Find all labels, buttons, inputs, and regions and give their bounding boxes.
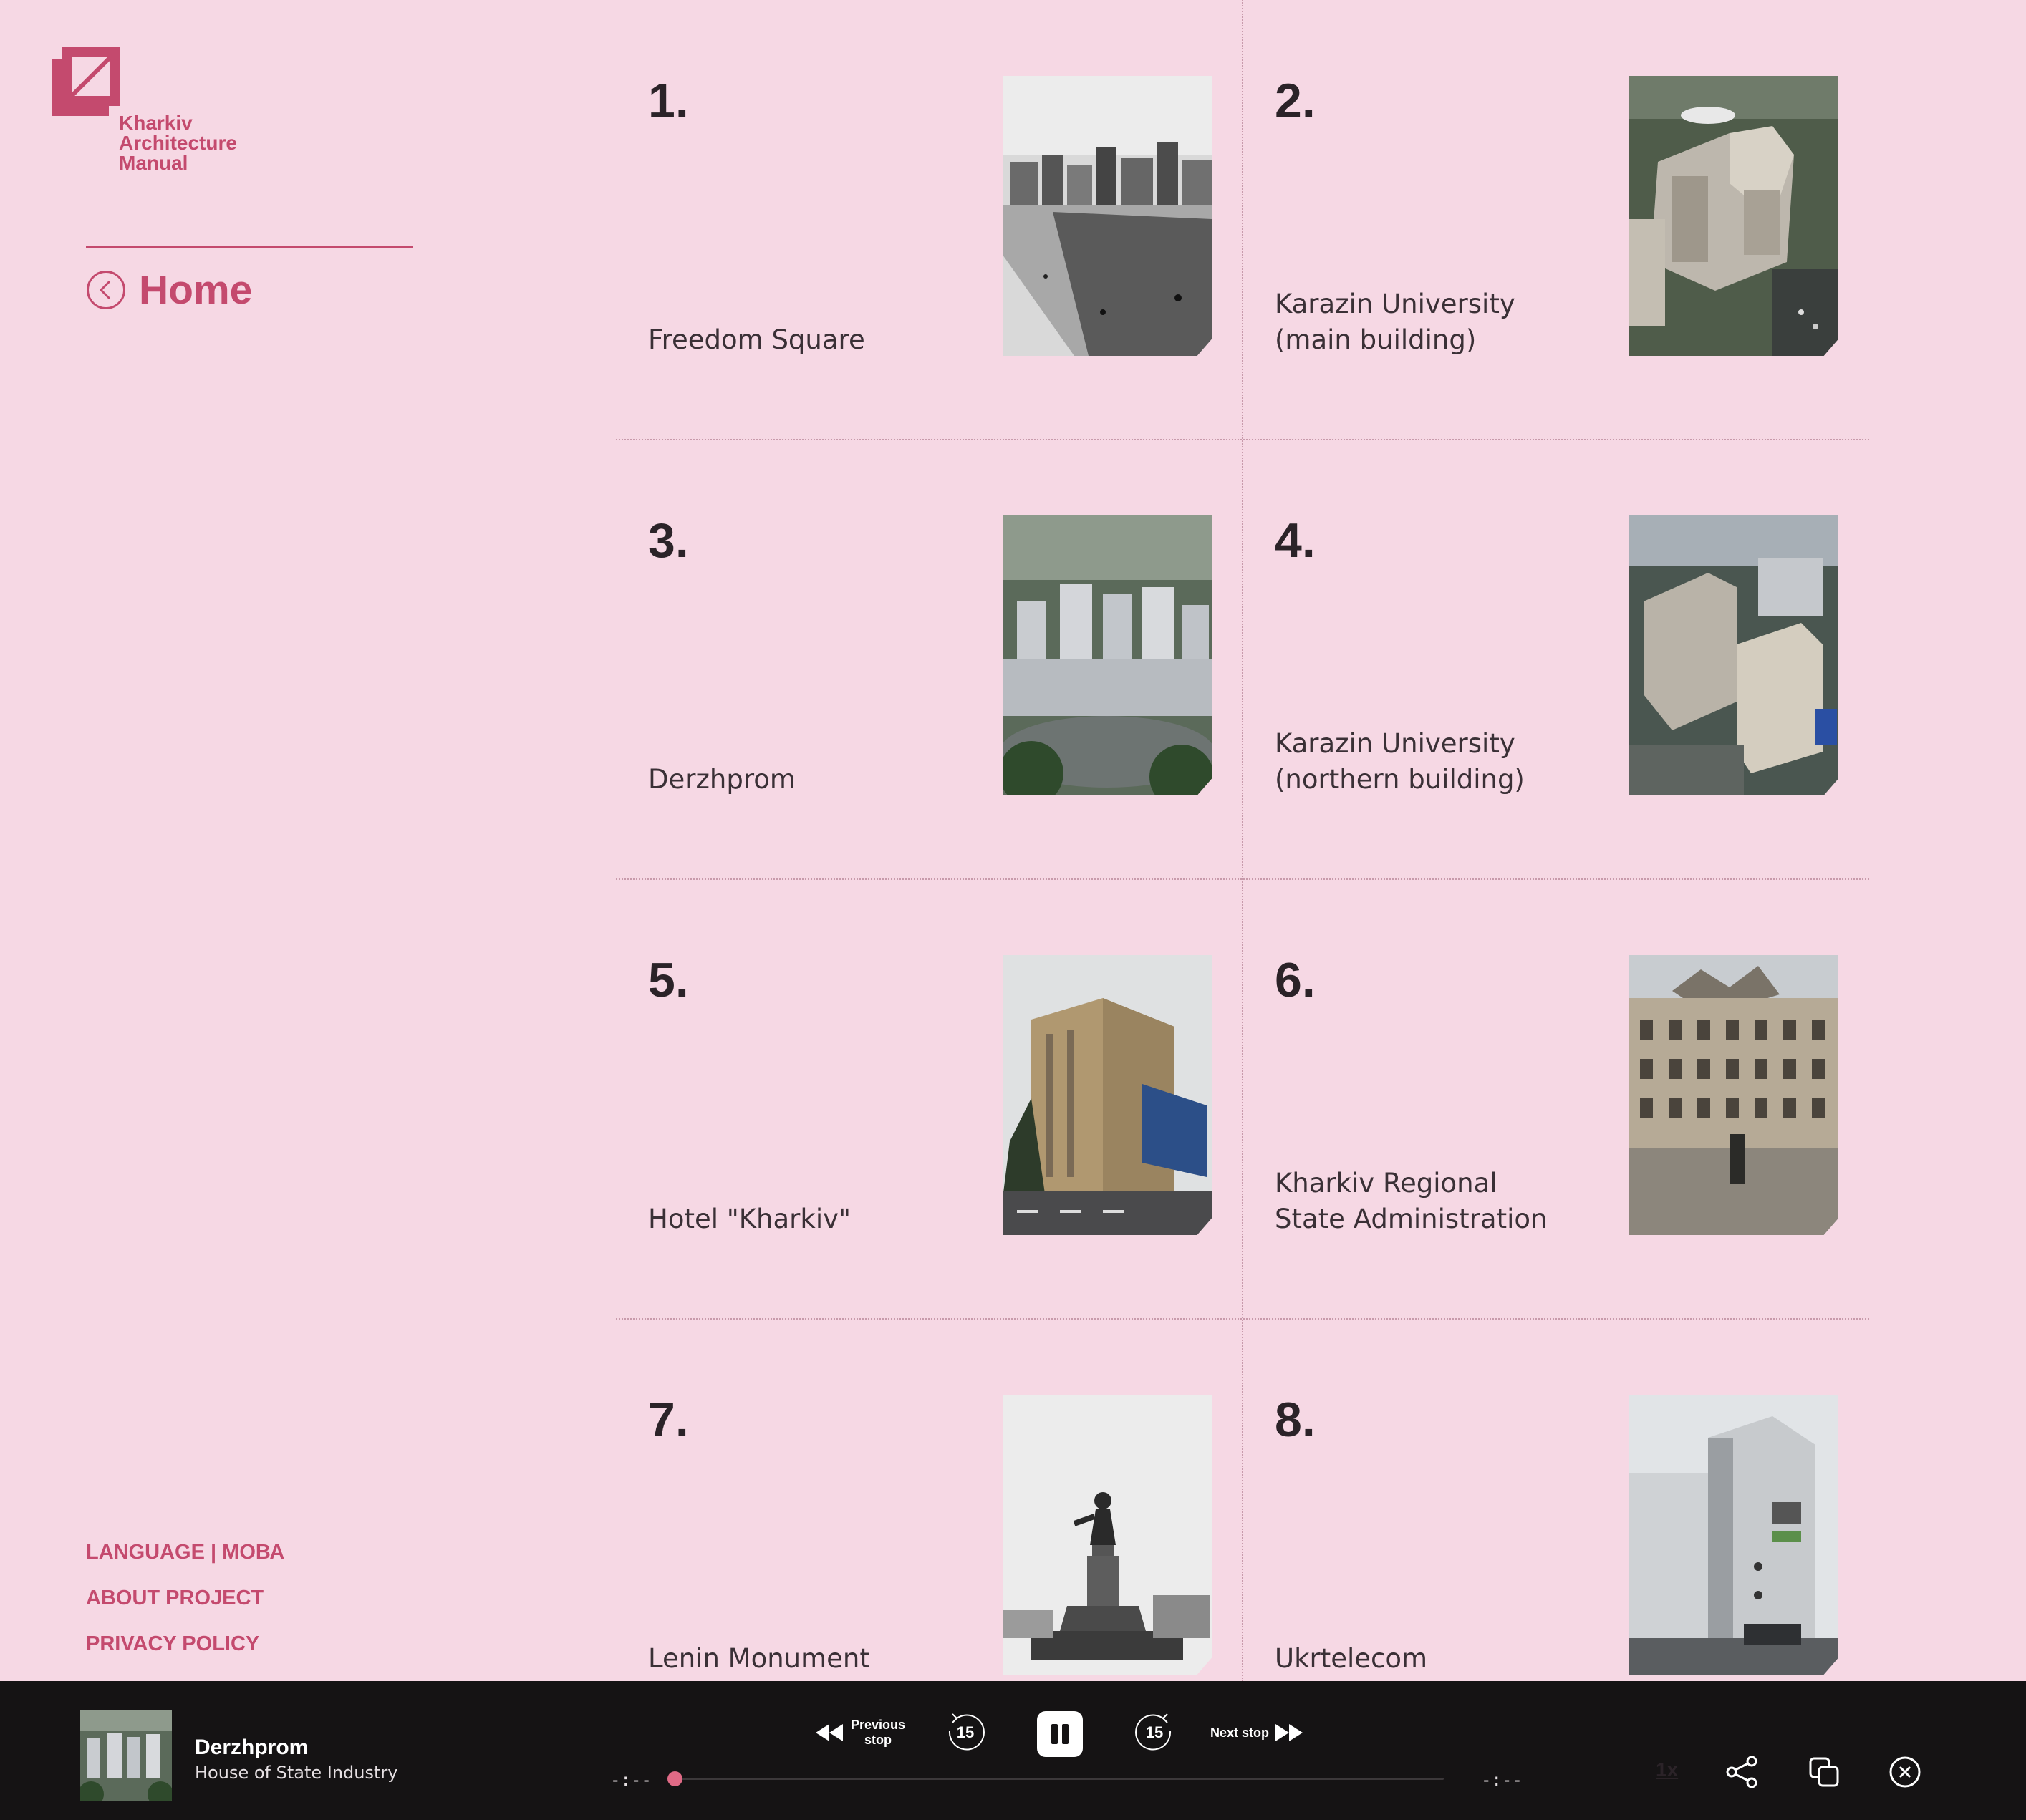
remaining-time: -:-- — [1481, 1770, 1523, 1790]
share-button[interactable] — [1724, 1754, 1760, 1790]
privacy-policy-link[interactable]: PRIVACY POLICY — [86, 1630, 284, 1675]
close-circle-icon — [1889, 1756, 1921, 1788]
previous-stop-label: Previous stop — [851, 1718, 905, 1748]
logo-mark-icon — [52, 47, 120, 116]
stop-photo-karazin-north — [1629, 515, 1838, 795]
language-link[interactable]: LANGUAGE | МОВА — [86, 1538, 284, 1584]
fast-forward-icon — [1275, 1724, 1303, 1741]
copy-link-button[interactable] — [1806, 1754, 1842, 1790]
stops-grid: 1. Freedom Square 2. Karazin University … — [616, 0, 1869, 1681]
stop-number: 8. — [1275, 1393, 1316, 1447]
now-playing-title: Derzhprom — [195, 1736, 309, 1759]
stop-card-2[interactable]: 2. Karazin University (main building) — [1243, 0, 1869, 440]
copy-icon — [1809, 1757, 1839, 1787]
stop-photo-derzhprom — [1003, 515, 1212, 795]
stop-card-4[interactable]: 4. Karazin University (northern building… — [1243, 440, 1869, 879]
pause-icon-bar — [1062, 1724, 1069, 1744]
stop-card-3[interactable]: 3. Derzhprom — [616, 440, 1243, 879]
close-player-button[interactable] — [1887, 1754, 1923, 1790]
stop-photo-freedom-square — [1003, 76, 1212, 356]
stop-name: Karazin University (northern building) — [1275, 728, 1525, 795]
stop-card-5[interactable]: 5. Hotel "Kharkiv" — [616, 879, 1243, 1319]
share-icon — [1726, 1756, 1757, 1788]
logo-line-2: Architecture — [119, 132, 237, 154]
skip-forward-button[interactable]: 15 — [1134, 1708, 1174, 1757]
now-playing-subtitle: House of State Industry — [195, 1763, 398, 1783]
stop-photo-regional-administration — [1629, 955, 1838, 1235]
stop-name: Kharkiv Regional State Administration — [1275, 1168, 1548, 1234]
stop-number: 4. — [1275, 513, 1316, 568]
stop-number: 6. — [1275, 953, 1316, 1007]
previous-stop-label-line-1: Previous — [851, 1718, 906, 1732]
now-playing-thumbnail — [80, 1710, 172, 1801]
logo-text: Kharkiv Architecture Manual — [119, 113, 237, 173]
stop-name: Karazin University (main building) — [1275, 289, 1515, 355]
next-stop-button[interactable]: Next stop — [1210, 1708, 1303, 1757]
about-project-link[interactable]: ABOUT PROJECT — [86, 1584, 284, 1630]
stop-photo-hotel-kharkiv — [1003, 955, 1212, 1235]
logo-line-1: Kharkiv — [119, 112, 193, 134]
stop-number: 7. — [648, 1393, 689, 1447]
sidebar-divider — [86, 246, 413, 248]
stop-number: 3. — [648, 513, 689, 568]
previous-stop-button[interactable]: Previous stop — [815, 1708, 905, 1757]
pause-button[interactable] — [1037, 1711, 1083, 1757]
next-stop-label: Next stop — [1210, 1725, 1270, 1740]
stop-name: Freedom Square — [648, 324, 865, 355]
stop-card-1[interactable]: 1. Freedom Square — [616, 0, 1243, 440]
home-link[interactable]: Home — [86, 263, 252, 316]
audio-player: Derzhprom House of State Industry Previo… — [0, 1681, 2026, 1820]
stop-name: Hotel "Kharkiv" — [648, 1204, 852, 1234]
playback-speed-button[interactable]: 1x — [1656, 1758, 1678, 1781]
logo-line-3: Manual — [119, 152, 188, 174]
stop-name: Lenin Monument — [648, 1643, 870, 1674]
stop-photo-karazin-main — [1629, 76, 1838, 356]
rewind-icon — [816, 1724, 843, 1741]
stop-number: 2. — [1275, 74, 1316, 128]
progress-track[interactable] — [670, 1778, 1444, 1780]
home-label: Home — [139, 267, 253, 313]
stop-name: Ukrtelecom — [1275, 1643, 1428, 1674]
stop-photo-ukrtelecom — [1629, 1395, 1838, 1675]
skip-forward-seconds: 15 — [1145, 1723, 1164, 1741]
previous-stop-label-line-2: stop — [864, 1733, 892, 1747]
progress-handle[interactable] — [667, 1771, 682, 1786]
skip-back-seconds: 15 — [956, 1723, 975, 1741]
stop-name: Derzhprom — [648, 764, 796, 795]
pause-icon — [1051, 1724, 1058, 1744]
elapsed-time: -:-- — [610, 1770, 652, 1790]
stop-number: 1. — [648, 74, 689, 128]
footer-links: LANGUAGE | МОВА ABOUT PROJECT PRIVACY PO… — [86, 1538, 284, 1675]
chevron-left-circle-icon — [87, 271, 125, 309]
stop-card-6[interactable]: 6. Kharkiv Regional State Administration — [1243, 879, 1869, 1319]
skip-back-button[interactable]: 15 — [945, 1708, 985, 1757]
stop-photo-lenin-monument — [1003, 1395, 1212, 1675]
site-logo[interactable]: Kharkiv Architecture Manual — [52, 47, 281, 183]
stop-number: 5. — [648, 953, 689, 1007]
